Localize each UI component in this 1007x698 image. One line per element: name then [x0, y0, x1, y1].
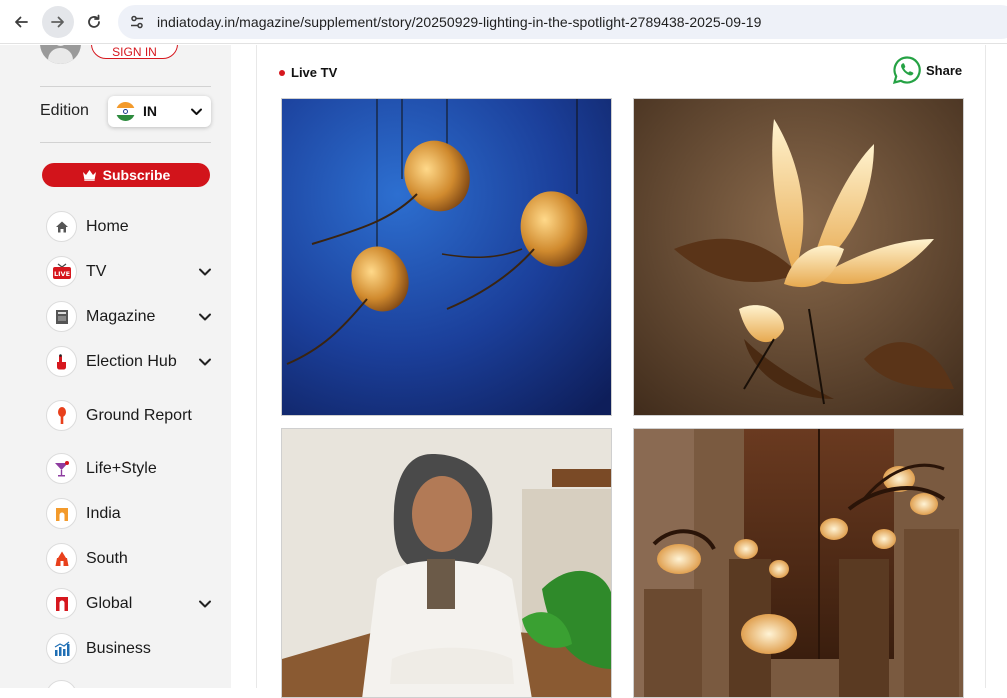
home-icon	[46, 211, 77, 242]
sidebar-item-magazine[interactable]: Magazine	[46, 301, 221, 333]
arrow-right-icon	[51, 16, 64, 28]
sidebar-item-home[interactable]: Home	[46, 211, 221, 243]
edition-select[interactable]: IN	[108, 96, 211, 127]
chevron-down-icon[interactable]	[198, 356, 212, 368]
voting-hand-icon	[46, 346, 77, 377]
globe-icon	[46, 680, 77, 688]
live-dot-icon	[279, 69, 285, 76]
svg-text:LIVE: LIVE	[53, 269, 69, 277]
sidebar-item-label: Magazine	[86, 308, 156, 325]
sidebar-item-label: TV	[86, 263, 107, 280]
sidebar-item-label: Life+Style	[86, 460, 157, 477]
forward-button[interactable]	[42, 6, 74, 38]
photo-driftwood-lamps[interactable]	[633, 428, 964, 698]
share-button[interactable]: Share	[892, 55, 962, 85]
sidebar-item-label: South	[86, 550, 128, 567]
edition-label: Edition	[40, 102, 89, 119]
share-label: Share	[926, 62, 963, 78]
sidebar-menu: SIGN IN Edition IN Subscribe Home LIVE T…	[0, 45, 231, 688]
sidebar-item-election-hub[interactable]: Election Hub	[46, 346, 221, 378]
url-text[interactable]: indiatoday.in/magazine/supplement/story/…	[157, 14, 761, 30]
sidebar-item-ground-report[interactable]: Ground Report	[46, 400, 221, 432]
sidebar-item-label: Home	[86, 218, 129, 235]
sidebar-item-partial[interactable]	[46, 680, 221, 688]
cocktail-glass-icon	[46, 453, 77, 484]
reload-icon	[88, 14, 100, 28]
temple-icon	[46, 543, 77, 574]
sidebar-item-label: Election Hub	[86, 353, 177, 370]
chevron-down-icon[interactable]	[198, 598, 212, 610]
sidebar-item-label: Business	[86, 640, 151, 657]
tune-icon	[131, 15, 143, 29]
sidebar-item-business[interactable]: Business	[46, 633, 221, 665]
india-flag-icon	[116, 102, 135, 121]
photo-designer-portrait[interactable]	[281, 428, 612, 698]
divider	[40, 86, 211, 87]
microphone-icon	[46, 400, 77, 431]
sidebar-item-global[interactable]: Global	[46, 588, 221, 620]
arrow-left-icon	[15, 16, 28, 28]
india-gate-icon	[46, 498, 77, 529]
site-info-button[interactable]	[126, 11, 148, 33]
photo-lotus-lamp[interactable]	[633, 98, 964, 416]
address-bar[interactable]: indiatoday.in/magazine/supplement/story/…	[118, 5, 1007, 39]
crown-icon	[82, 170, 96, 181]
photo-hanging-pod-lamps[interactable]	[281, 98, 612, 416]
browser-toolbar: indiatoday.in/magazine/supplement/story/…	[0, 0, 1007, 44]
sidebar-item-label: India	[86, 505, 121, 522]
reload-button[interactable]	[78, 6, 110, 38]
sidebar-item-india[interactable]: India	[46, 498, 221, 530]
divider	[40, 142, 211, 143]
sidebar-item-life-style[interactable]: Life+Style	[46, 453, 221, 485]
whatsapp-icon	[892, 56, 921, 85]
sidebar-item-south[interactable]: South	[46, 543, 221, 575]
arch-icon	[46, 588, 77, 619]
sidebar-item-label: Ground Report	[86, 407, 192, 424]
chevron-down-icon[interactable]	[198, 311, 212, 323]
bar-chart-icon	[46, 633, 77, 664]
live-tv-icon: LIVE	[46, 256, 77, 287]
live-tv-link[interactable]: Live TV	[279, 65, 337, 80]
sign-in-button[interactable]: SIGN IN	[91, 45, 178, 59]
subscribe-button[interactable]: Subscribe	[42, 163, 210, 187]
magazine-icon	[46, 301, 77, 332]
edition-code: IN	[143, 103, 157, 119]
back-button[interactable]	[5, 6, 37, 38]
live-tv-label: Live TV	[291, 65, 338, 80]
subscribe-label: Subscribe	[102, 167, 171, 183]
chevron-down-icon	[191, 108, 202, 115]
user-avatar-icon[interactable]	[40, 45, 81, 64]
chevron-down-icon[interactable]	[198, 266, 212, 278]
sidebar-item-tv[interactable]: LIVE TV	[46, 256, 221, 288]
article-content: Live TV Share	[256, 45, 986, 698]
sidebar-item-label: Global	[86, 595, 133, 612]
